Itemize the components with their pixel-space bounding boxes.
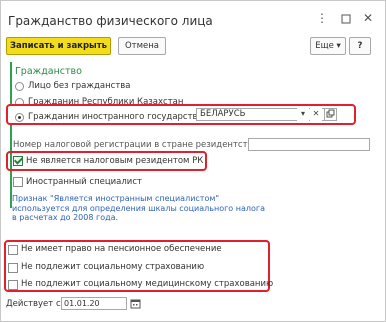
more-button[interactable]: Еще ▾	[310, 37, 346, 55]
no-social-insurance-label: Не подлежит социальному страхованию	[21, 262, 205, 272]
no-medical-insurance-checkbox[interactable]	[8, 280, 18, 290]
close-icon[interactable]: ✕	[361, 11, 375, 25]
valid-from-input[interactable]: 01.01.20	[61, 297, 127, 310]
valid-from-label: Действует с:	[6, 299, 64, 309]
no-medical-insurance-label: Не подлежит социальному медицинскому стр…	[21, 279, 274, 289]
radio-foreign[interactable]	[15, 113, 24, 122]
foreign-specialist-note: Признак "Является иностранным специалист…	[12, 194, 265, 222]
more-vertical-icon[interactable]: ⋮	[315, 11, 329, 25]
radio-stateless[interactable]	[15, 82, 24, 91]
open-icon[interactable]	[324, 108, 337, 121]
window-title: Гражданство физического лица	[8, 14, 213, 28]
restore-icon[interactable]	[339, 11, 353, 27]
tax-reg-number-input[interactable]	[248, 138, 370, 151]
calendar-icon[interactable]	[130, 298, 142, 310]
no-pension-checkbox[interactable]	[8, 245, 18, 255]
save-and-close-button[interactable]: Записать и закрыть	[6, 37, 111, 55]
foreign-specialist-label: Иностранный специалист	[26, 177, 142, 187]
non-resident-label: Не является налоговым резидентом РК	[26, 156, 204, 166]
cancel-button[interactable]: Отмена	[118, 37, 166, 55]
foreign-specialist-checkbox[interactable]	[13, 177, 23, 187]
section-title-citizenship: Гражданство	[15, 66, 82, 77]
group-accent-line	[10, 62, 12, 208]
radio-foreign-label: Гражданин иностранного государства	[28, 112, 203, 122]
radio-stateless-label: Лицо без гражданства	[28, 81, 131, 91]
chevron-down-icon[interactable]: ▾	[297, 108, 309, 121]
tax-reg-number-label: Номер налоговой регистрации в стране рез…	[13, 140, 261, 150]
no-pension-label: Не имеет право на пенсионное обеспечение	[21, 244, 222, 254]
clear-icon[interactable]: ✕	[310, 108, 322, 121]
no-social-insurance-checkbox[interactable]	[8, 263, 18, 273]
help-button[interactable]: ?	[349, 37, 371, 55]
non-resident-checkbox[interactable]	[13, 156, 23, 166]
